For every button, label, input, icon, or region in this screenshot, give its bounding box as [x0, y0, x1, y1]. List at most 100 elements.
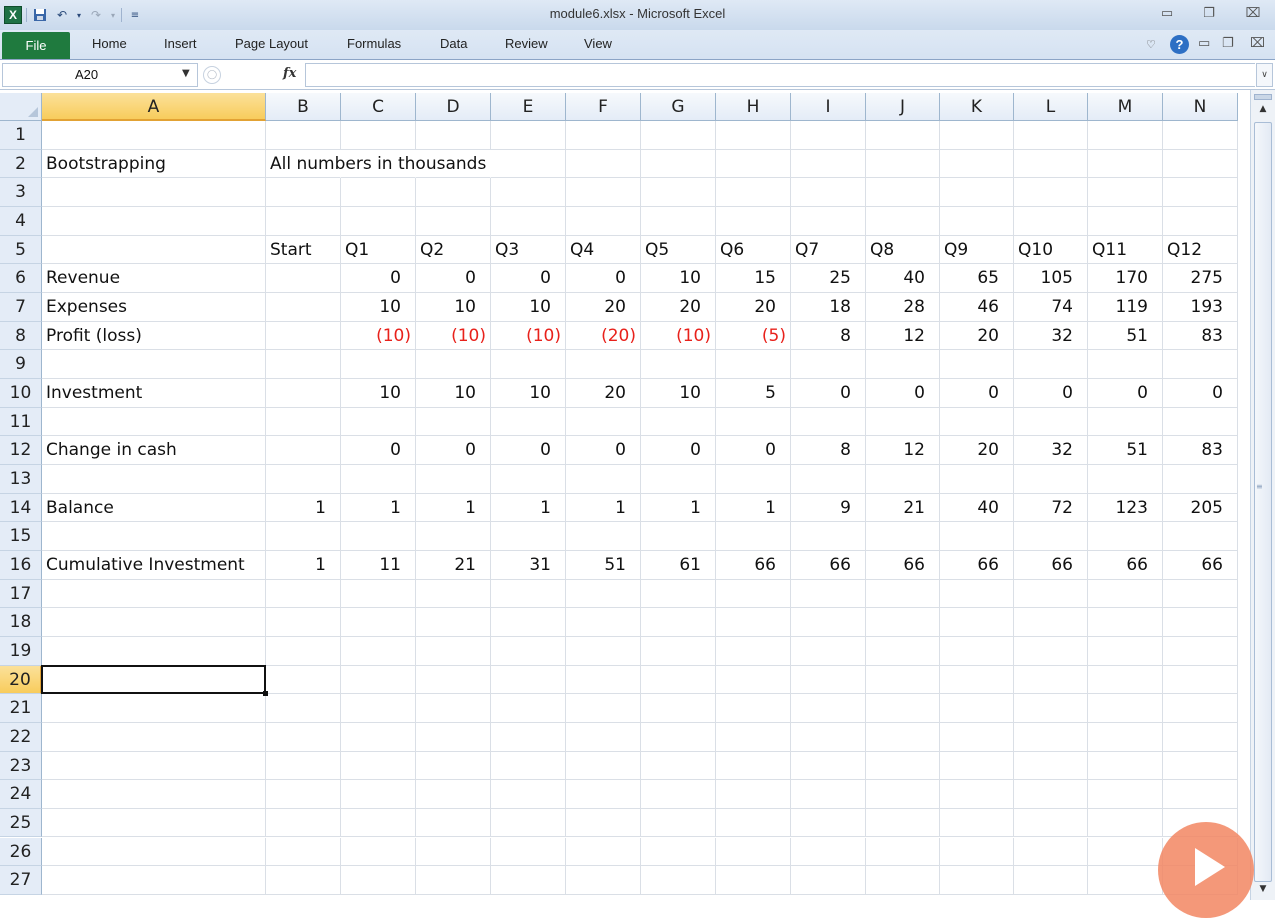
cell-n20[interactable] [1163, 665, 1238, 695]
row-header-25[interactable]: 25 [0, 808, 42, 838]
cell-d12[interactable]: 0 [416, 436, 491, 465]
row-header-5[interactable]: 5 [0, 235, 42, 265]
cell-i24[interactable] [791, 780, 866, 809]
cell-c7[interactable]: 10 [341, 292, 416, 322]
expand-formula-bar-icon[interactable]: ∨ [1256, 63, 1273, 87]
column-header-i[interactable]: I [791, 93, 866, 121]
cell-l23[interactable] [1014, 751, 1088, 781]
cell-d11[interactable] [416, 407, 491, 437]
cell-d16[interactable]: 21 [416, 550, 491, 580]
cell-f6[interactable]: 0 [566, 264, 641, 293]
cell-n21[interactable] [1163, 694, 1238, 723]
cell-c15[interactable] [341, 522, 416, 551]
cell-k4[interactable] [940, 206, 1014, 236]
cell-l6[interactable]: 105 [1014, 264, 1088, 293]
cell-m16[interactable]: 66 [1088, 550, 1163, 580]
column-header-j[interactable]: J [866, 93, 940, 121]
cell-b5[interactable]: Start [266, 235, 341, 265]
cell-e9[interactable] [491, 350, 566, 379]
cell-l5[interactable]: Q10 [1014, 235, 1088, 265]
cell-n22[interactable] [1163, 722, 1238, 752]
cell-f27[interactable] [566, 866, 641, 895]
cell-k22[interactable] [940, 722, 1014, 752]
cell-g17[interactable] [641, 579, 716, 609]
cell-a16[interactable]: Cumulative Investment [42, 550, 266, 580]
cell-a8[interactable]: Profit (loss) [42, 321, 266, 351]
cell-f2[interactable] [566, 149, 641, 179]
cell-i20[interactable] [791, 665, 866, 695]
cell-d9[interactable] [416, 350, 491, 379]
cell-d3[interactable] [416, 178, 491, 207]
cell-j27[interactable] [866, 866, 940, 895]
column-header-m[interactable]: M [1088, 93, 1163, 121]
cell-m12[interactable]: 51 [1088, 436, 1163, 465]
cell-d25[interactable] [416, 808, 491, 838]
cell-b23[interactable] [266, 751, 341, 781]
row-header-8[interactable]: 8 [0, 321, 42, 351]
cell-h10[interactable]: 5 [716, 378, 791, 408]
cell-j3[interactable] [866, 178, 940, 207]
cell-a20[interactable] [42, 665, 266, 695]
cell-g18[interactable] [641, 608, 716, 637]
cell-i13[interactable] [791, 464, 866, 494]
name-box-dropdown-icon[interactable]: ▼ [182, 68, 190, 79]
cell-k5[interactable]: Q9 [940, 235, 1014, 265]
cell-k13[interactable] [940, 464, 1014, 494]
cell-a7[interactable]: Expenses [42, 292, 266, 322]
cell-g11[interactable] [641, 407, 716, 437]
row-header-18[interactable]: 18 [0, 608, 42, 637]
cell-e15[interactable] [491, 522, 566, 551]
cell-i18[interactable] [791, 608, 866, 637]
cell-d5[interactable]: Q2 [416, 235, 491, 265]
cell-b26[interactable] [266, 837, 341, 867]
cell-b14[interactable]: 1 [266, 493, 341, 523]
cell-n8[interactable]: 83 [1163, 321, 1238, 351]
minimize-icon[interactable]: ▭ [1152, 4, 1182, 24]
cell-i14[interactable]: 9 [791, 493, 866, 523]
cell-i17[interactable] [791, 579, 866, 609]
cell-d19[interactable] [416, 636, 491, 666]
cell-j10[interactable]: 0 [866, 378, 940, 408]
row-header-16[interactable]: 16 [0, 550, 42, 580]
cell-b25[interactable] [266, 808, 341, 838]
workbook-close-icon[interactable]: ⌧ [1250, 36, 1265, 51]
cell-e12[interactable]: 0 [491, 436, 566, 465]
cell-a2[interactable]: Bootstrapping [42, 149, 266, 179]
cell-k7[interactable]: 46 [940, 292, 1014, 322]
cell-k8[interactable]: 20 [940, 321, 1014, 351]
row-header-11[interactable]: 11 [0, 407, 42, 437]
cell-h3[interactable] [716, 178, 791, 207]
cell-g20[interactable] [641, 665, 716, 695]
cell-f18[interactable] [566, 608, 641, 637]
cell-k9[interactable] [940, 350, 1014, 379]
cell-m17[interactable] [1088, 579, 1163, 609]
cell-m19[interactable] [1088, 636, 1163, 666]
cell-m5[interactable]: Q11 [1088, 235, 1163, 265]
cell-i7[interactable]: 18 [791, 292, 866, 322]
cell-c21[interactable] [341, 694, 416, 723]
cell-l27[interactable] [1014, 866, 1088, 895]
cell-a25[interactable] [42, 808, 266, 838]
cell-i26[interactable] [791, 837, 866, 867]
close-icon[interactable]: ⌧ [1238, 4, 1268, 24]
cell-k11[interactable] [940, 407, 1014, 437]
cell-c12[interactable]: 0 [341, 436, 416, 465]
cell-l17[interactable] [1014, 579, 1088, 609]
cell-e19[interactable] [491, 636, 566, 666]
cell-h23[interactable] [716, 751, 791, 781]
cell-e20[interactable] [491, 665, 566, 695]
cell-d2[interactable] [416, 150, 491, 179]
scroll-thumb[interactable] [1254, 122, 1272, 882]
cell-n24[interactable] [1163, 780, 1238, 809]
cell-i3[interactable] [791, 178, 866, 207]
column-header-a[interactable]: A [42, 93, 266, 121]
cell-m1[interactable] [1088, 121, 1163, 150]
cell-n18[interactable] [1163, 608, 1238, 637]
cell-m14[interactable]: 123 [1088, 493, 1163, 523]
cell-j4[interactable] [866, 206, 940, 236]
tab-review[interactable]: Review [505, 36, 548, 51]
cell-b12[interactable] [266, 436, 341, 465]
cell-h15[interactable] [716, 522, 791, 551]
cell-g9[interactable] [641, 350, 716, 379]
cell-c27[interactable] [341, 866, 416, 895]
